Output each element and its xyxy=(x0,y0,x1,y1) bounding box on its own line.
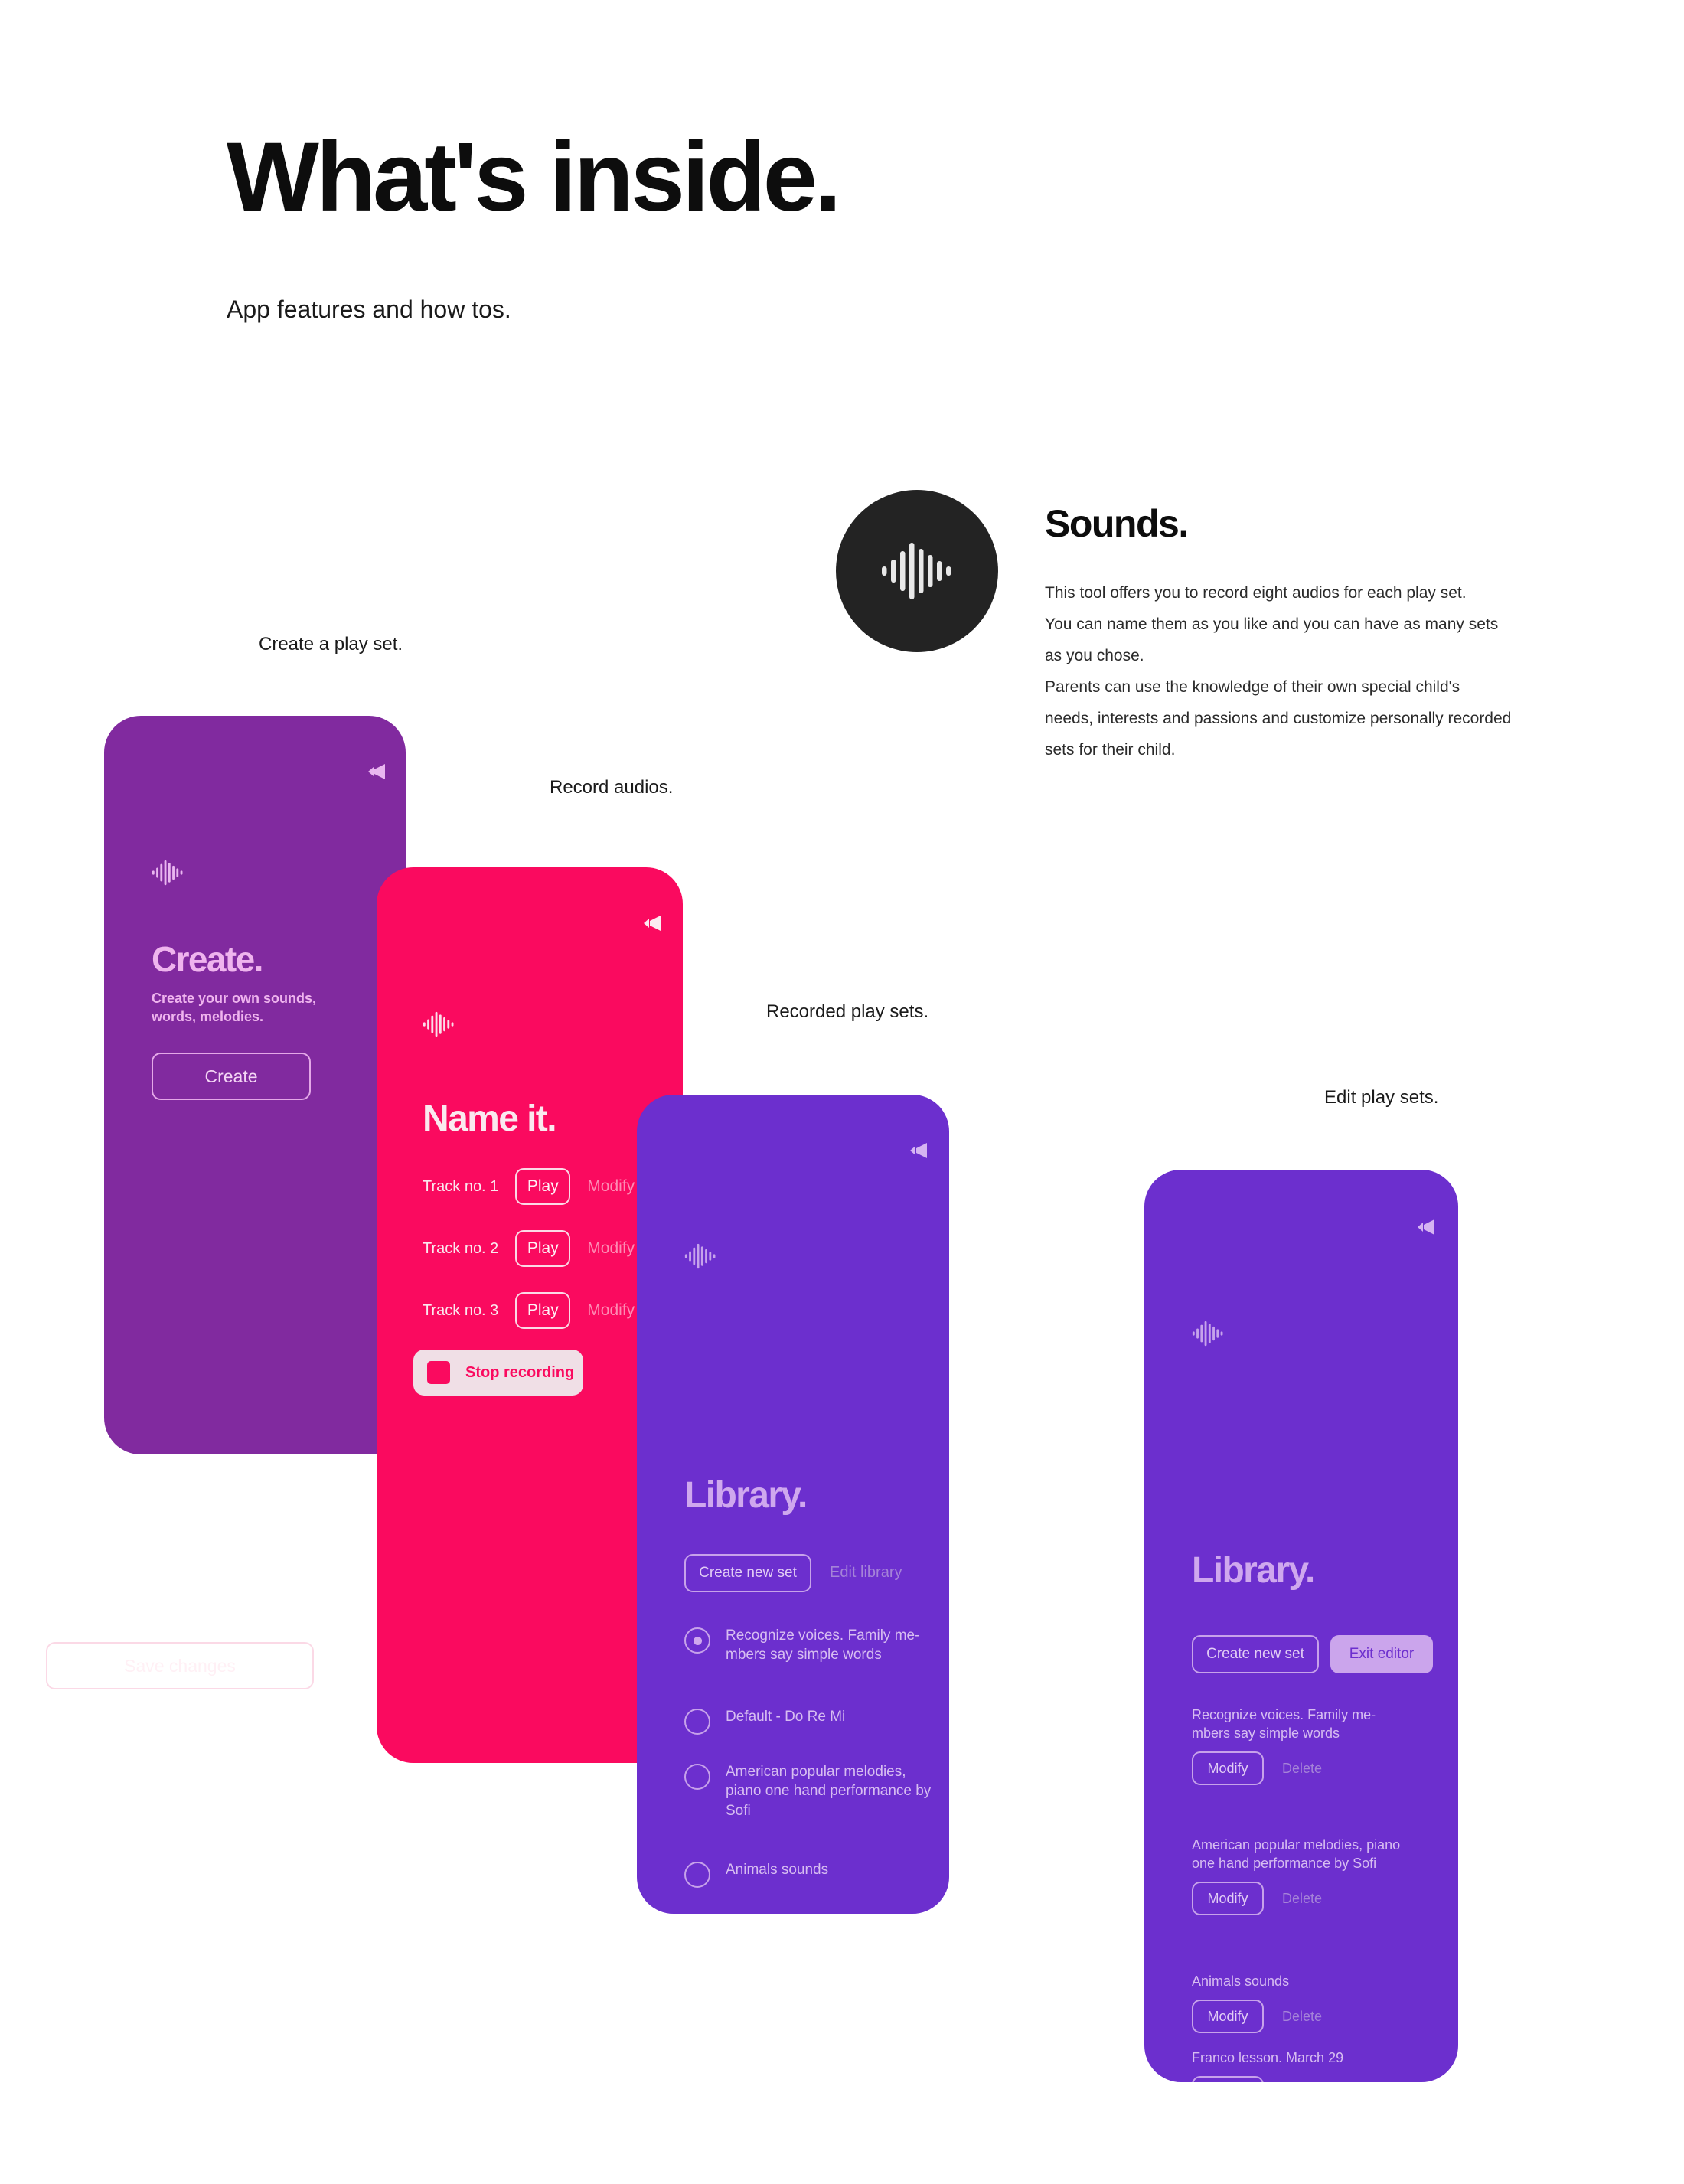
page-subtitle: App features and how tos. xyxy=(227,295,511,323)
waveform-icon xyxy=(1192,1321,1223,1347)
sounds-paragraph: You can name them as you like and you ca… xyxy=(1045,615,1499,664)
phone-card-create: Create. Create your own sounds, words, m… xyxy=(104,716,406,1454)
track-row: Track no. 2 Play Modify xyxy=(423,1230,635,1267)
stop-recording-button[interactable]: Stop recording xyxy=(413,1350,583,1396)
back-arrow-icon[interactable] xyxy=(643,915,661,932)
delete-link[interactable]: Delete xyxy=(1282,1761,1322,1777)
editor-actions: Modify Delete xyxy=(1192,2000,1414,2034)
editor-list-item: Animals sounds Modify Delete xyxy=(1192,1972,1414,2034)
sounds-paragraph: This tool offers you to record eight aud… xyxy=(1045,584,1467,602)
radio-icon[interactable] xyxy=(684,1764,710,1790)
editor-list-item: Recognize voices. Family me- mbers say s… xyxy=(1192,1706,1414,1786)
create-new-set-button[interactable]: Create new set xyxy=(684,1554,811,1592)
radio-icon[interactable] xyxy=(684,1627,710,1654)
stop-square-icon xyxy=(427,1361,450,1384)
waveform-icon xyxy=(882,543,951,599)
caption-edit-play-sets: Edit play sets. xyxy=(1324,1087,1439,1108)
radio-icon[interactable] xyxy=(684,1709,710,1735)
modify-link[interactable]: Modify xyxy=(587,1239,635,1258)
editor-actions: Modify Delete xyxy=(1192,1882,1414,1916)
name-card-title: Name it. xyxy=(423,1099,557,1139)
phone-card-library: Library. Create new set Edit library Rec… xyxy=(637,1095,949,1914)
create-card-title: Create. xyxy=(152,939,263,979)
sounds-badge xyxy=(836,490,998,652)
play-button[interactable]: Play xyxy=(515,1230,571,1267)
waveform-icon xyxy=(423,1011,454,1037)
editor-actions: Modify Delete xyxy=(1192,2076,1414,2082)
create-card-subtitle: Create your own sounds, words, melodies. xyxy=(152,991,317,1024)
editor-list-item: American popular melodies, piano one han… xyxy=(1192,1836,1414,1916)
modify-button[interactable]: Modify xyxy=(1192,1882,1264,1916)
save-changes-button[interactable]: Save changes xyxy=(46,1642,314,1689)
modify-button[interactable]: Modify xyxy=(1192,1751,1264,1786)
create-button[interactable]: Create xyxy=(152,1053,311,1100)
delete-link[interactable]: Delete xyxy=(1282,1891,1322,1907)
track-label: Track no. 2 xyxy=(423,1239,499,1257)
sounds-description: This tool offers you to record eight aud… xyxy=(1045,578,1512,766)
track-label: Track no. 1 xyxy=(423,1177,499,1195)
set-label: Franco lesson. March 29 xyxy=(1192,2050,1344,2065)
set-label: American popular melodies, piano one han… xyxy=(1192,1837,1401,1872)
edit-library-link[interactable]: Edit library xyxy=(830,1564,902,1582)
page-title: What's inside. xyxy=(227,122,841,232)
sounds-title: Sounds. xyxy=(1045,502,1189,545)
delete-link[interactable]: Delete xyxy=(1282,2009,1322,2025)
modify-link[interactable]: Modify xyxy=(587,1301,635,1320)
waveform-icon xyxy=(684,1243,716,1269)
list-item[interactable]: Animals sounds xyxy=(684,1860,932,1888)
play-button[interactable]: Play xyxy=(515,1292,571,1329)
set-label: Recognize voices. Family me- mbers say s… xyxy=(1192,1707,1376,1742)
modify-button[interactable]: Modify xyxy=(1192,2076,1264,2082)
set-label: American popular melodies, piano one han… xyxy=(726,1764,932,1819)
caption-recorded-play-sets: Recorded play sets. xyxy=(766,1001,929,1022)
track-row: Track no. 1 Play Modify xyxy=(423,1168,635,1205)
set-label: Recognize voices. Family me- mbers say s… xyxy=(726,1627,920,1663)
track-label: Track no. 3 xyxy=(423,1301,499,1319)
set-label: Animals sounds xyxy=(726,1862,829,1878)
stop-recording-label: Stop recording xyxy=(465,1363,575,1381)
phone-card-library-editor: Library. Create new set Exit editor Reco… xyxy=(1144,1170,1458,2082)
editor-actions: Modify Delete xyxy=(1192,1751,1414,1786)
list-item[interactable]: Default - Do Re Mi xyxy=(684,1707,932,1735)
modify-link[interactable]: Modify xyxy=(587,1177,635,1196)
track-row: Track no. 3 Play Modify xyxy=(423,1292,635,1329)
play-button[interactable]: Play xyxy=(515,1168,571,1205)
set-label: Animals sounds xyxy=(1192,1973,1290,1989)
back-arrow-icon[interactable] xyxy=(367,763,386,780)
exit-editor-button[interactable]: Exit editor xyxy=(1330,1635,1433,1673)
editor-card-title: Library. xyxy=(1192,1550,1315,1591)
back-arrow-icon[interactable] xyxy=(909,1142,928,1159)
list-item[interactable]: Recognize voices. Family me- mbers say s… xyxy=(684,1626,932,1665)
modify-button[interactable]: Modify xyxy=(1192,2000,1264,2034)
set-label: Default - Do Re Mi xyxy=(726,1709,846,1725)
page-root: What's inside. App features and how tos.… xyxy=(0,0,1684,2184)
radio-icon[interactable] xyxy=(684,1862,710,1888)
back-arrow-icon[interactable] xyxy=(1417,1219,1435,1236)
waveform-icon xyxy=(152,860,183,886)
caption-create-play-set: Create a play set. xyxy=(259,634,403,655)
caption-record-audios: Record audios. xyxy=(550,777,674,798)
sounds-paragraph: Parents can use the knowledge of their o… xyxy=(1045,677,1512,759)
create-new-set-button[interactable]: Create new set xyxy=(1192,1635,1319,1673)
library-card-title: Library. xyxy=(684,1475,808,1516)
list-item[interactable]: American popular melodies, piano one han… xyxy=(684,1762,932,1820)
editor-list-item: Franco lesson. March 29 Modify Delete xyxy=(1192,2049,1414,2082)
